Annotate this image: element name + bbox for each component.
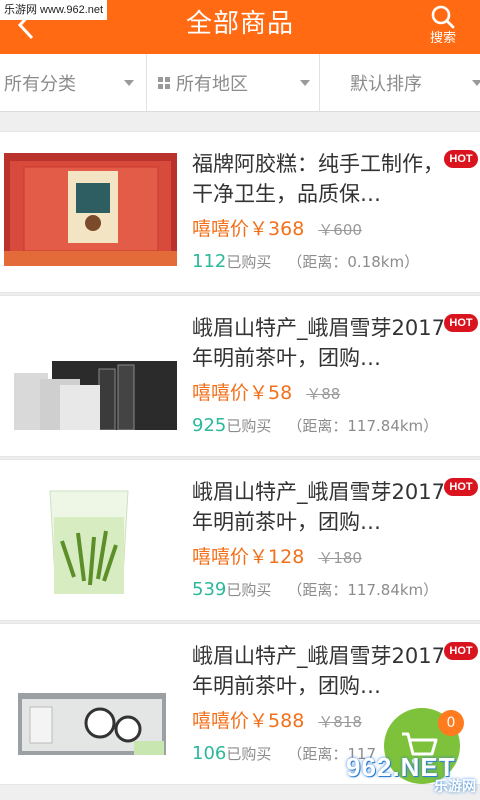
product-item[interactable]: 峨眉山特产_峨眉雪芽2017年明前茶叶，团购… HOT 嘻嘻价￥58 ￥88 92… bbox=[0, 295, 480, 457]
price: ￥58 bbox=[249, 382, 293, 404]
sold-count: 106 bbox=[192, 743, 227, 764]
hot-badge: HOT bbox=[444, 150, 478, 168]
sold-count: 925 bbox=[192, 415, 227, 436]
sold-count: 112 bbox=[192, 251, 227, 272]
old-price: ￥88 bbox=[306, 385, 341, 403]
hot-badge: HOT bbox=[444, 314, 478, 332]
cart-count-badge: 0 bbox=[438, 710, 464, 736]
filter-category-label: 所有分类 bbox=[4, 73, 76, 95]
sold-label: 已购买 bbox=[226, 253, 272, 271]
meta-row: 112已购买 （距离：0.18km） bbox=[192, 248, 419, 276]
filter-category[interactable]: 所有分类 bbox=[4, 54, 144, 111]
distance: （距离：117.84km） bbox=[287, 581, 439, 599]
product-image bbox=[4, 481, 177, 594]
product-title: 福牌阿胶糕：纯手工制作，干净卫生，品质保… bbox=[192, 152, 444, 206]
product-image bbox=[4, 317, 177, 430]
filter-divider bbox=[146, 54, 147, 111]
meta-row: 925已购买 （距离：117.84km） bbox=[192, 412, 438, 440]
price-label: 嘻嘻价 bbox=[192, 218, 250, 240]
product-item[interactable]: 福牌阿胶糕：纯手工制作，干净卫生，品质保… HOT 嘻嘻价￥368 ￥600 11… bbox=[0, 131, 480, 293]
product-item[interactable]: 峨眉山特产_峨眉雪芽2017年明前茶叶，团购… HOT 嘻嘻价￥128 ￥180 … bbox=[0, 459, 480, 621]
distance: （距离：0.18km） bbox=[287, 253, 420, 271]
chevron-down-icon bbox=[472, 80, 480, 86]
filter-region[interactable]: 所有地区 bbox=[158, 54, 318, 111]
old-price: ￥180 bbox=[318, 549, 362, 567]
price-row: 嘻嘻价￥368 ￥600 bbox=[192, 215, 362, 243]
product-image bbox=[4, 153, 177, 266]
search-label: 搜索 bbox=[429, 31, 456, 46]
old-price: ￥600 bbox=[318, 221, 362, 239]
chevron-down-icon bbox=[300, 80, 310, 86]
product-image bbox=[4, 645, 177, 758]
price-label: 嘻嘻价 bbox=[192, 546, 250, 568]
watermark-logo-sub: 乐游网 bbox=[434, 779, 476, 795]
hot-badge: HOT bbox=[444, 642, 478, 660]
filter-divider bbox=[319, 54, 320, 111]
price-label: 嘻嘻价 bbox=[192, 382, 250, 404]
price: ￥128 bbox=[249, 546, 305, 568]
filter-region-label: 所有地区 bbox=[176, 73, 248, 95]
filter-sort[interactable]: 默认排序 bbox=[350, 54, 480, 111]
price-row: 嘻嘻价￥128 ￥180 bbox=[192, 543, 362, 571]
meta-row: 539已购买 （距离：117.84km） bbox=[192, 576, 438, 604]
filter-bar: 所有分类 所有地区 默认排序 bbox=[0, 54, 480, 112]
watermark-logo: 962.NET 乐游网 bbox=[346, 752, 476, 796]
price: ￥368 bbox=[249, 218, 305, 240]
price-row: 嘻嘻价￥58 ￥88 bbox=[192, 379, 340, 407]
old-price: ￥818 bbox=[318, 713, 362, 731]
filter-sort-label: 默认排序 bbox=[350, 73, 422, 95]
grid-icon bbox=[158, 76, 170, 89]
product-title: 峨眉山特产_峨眉雪芽2017年明前茶叶，团购… bbox=[192, 480, 445, 534]
price: ￥588 bbox=[249, 710, 305, 732]
app-screen: 全部商品 搜索 乐游网 www.962.net 所有分类 所有地区 默认排序 福… bbox=[0, 0, 480, 800]
chevron-down-icon bbox=[124, 80, 134, 86]
distance: （距离：117.84km） bbox=[287, 417, 439, 435]
search-icon bbox=[431, 5, 455, 29]
price-row: 嘻嘻价￥588 ￥818 bbox=[192, 707, 362, 735]
sold-label: 已购买 bbox=[226, 581, 272, 599]
hot-badge: HOT bbox=[444, 478, 478, 496]
sold-label: 已购买 bbox=[226, 417, 272, 435]
sold-label: 已购买 bbox=[226, 745, 272, 763]
sold-count: 539 bbox=[192, 579, 227, 600]
product-title: 峨眉山特产_峨眉雪芽2017年明前茶叶，团购… bbox=[192, 316, 445, 370]
search-button[interactable]: 搜索 bbox=[420, 4, 466, 48]
price-label: 嘻嘻价 bbox=[192, 710, 250, 732]
watermark-top: 乐游网 www.962.net bbox=[0, 0, 108, 20]
product-title: 峨眉山特产_峨眉雪芽2017年明前茶叶，团购… bbox=[192, 644, 445, 698]
